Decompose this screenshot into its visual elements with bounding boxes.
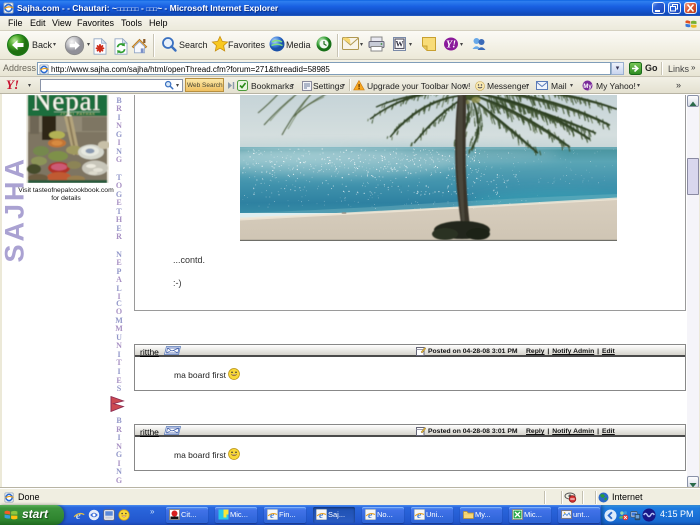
svg-text:e: e xyxy=(319,510,324,520)
svg-text:e: e xyxy=(368,510,373,520)
svg-text:W: W xyxy=(396,40,404,49)
svg-text:Y!: Y! xyxy=(446,40,456,51)
svg-text:JYOTI PATHAK: JYOTI PATHAK xyxy=(60,112,96,116)
svg-text:e: e xyxy=(417,510,422,520)
svg-text:My: My xyxy=(583,84,592,90)
svg-text:e: e xyxy=(270,510,275,520)
